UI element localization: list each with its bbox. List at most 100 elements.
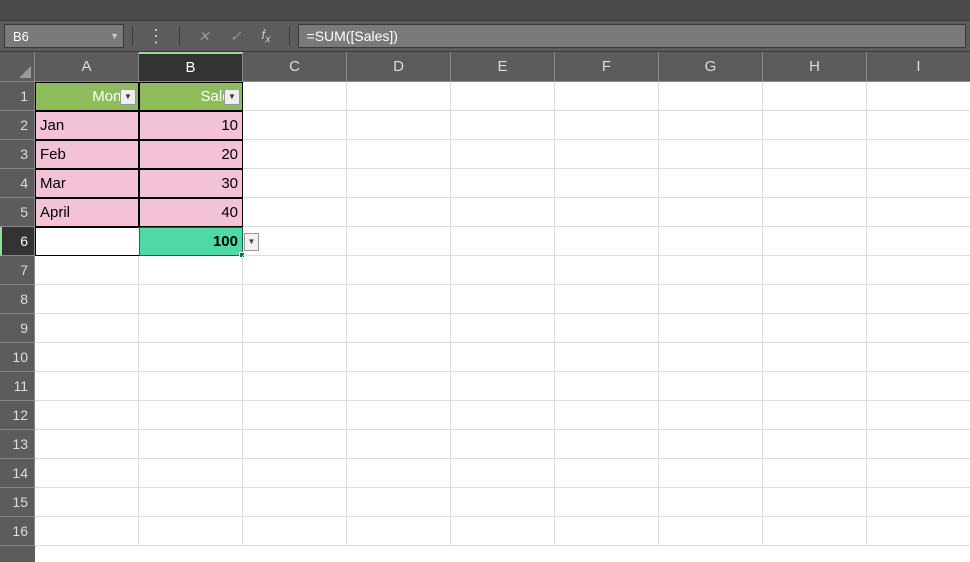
cell-H8[interactable] [763, 285, 867, 314]
cell-D9[interactable] [347, 314, 451, 343]
cell-G16[interactable] [659, 517, 763, 546]
cell-I9[interactable] [867, 314, 970, 343]
cell-C8[interactable] [243, 285, 347, 314]
cell-B14[interactable] [139, 459, 243, 488]
cell-H1[interactable] [763, 82, 867, 111]
cell-H2[interactable] [763, 111, 867, 140]
cell-A3[interactable]: Feb [35, 140, 139, 169]
cell-G14[interactable] [659, 459, 763, 488]
cell-G9[interactable] [659, 314, 763, 343]
cell-I13[interactable] [867, 430, 970, 459]
cell-G6[interactable] [659, 227, 763, 256]
cell-C4[interactable] [243, 169, 347, 198]
cell-D12[interactable] [347, 401, 451, 430]
filter-button-sales[interactable]: ▼ [224, 89, 240, 105]
cell-C7[interactable] [243, 256, 347, 285]
cell-B7[interactable] [139, 256, 243, 285]
cell-B4[interactable]: 30 [139, 169, 243, 198]
cell-G2[interactable] [659, 111, 763, 140]
cell-I11[interactable] [867, 372, 970, 401]
cell-E13[interactable] [451, 430, 555, 459]
fx-icon[interactable]: fx [261, 27, 270, 46]
cell-I7[interactable] [867, 256, 970, 285]
col-header-E[interactable]: E [451, 52, 555, 82]
cell-D15[interactable] [347, 488, 451, 517]
cell-H11[interactable] [763, 372, 867, 401]
cell-E15[interactable] [451, 488, 555, 517]
cell-H4[interactable] [763, 169, 867, 198]
cell-B3[interactable]: 20 [139, 140, 243, 169]
cell-G12[interactable] [659, 401, 763, 430]
cell-A1[interactable]: Month ▼ [35, 82, 139, 111]
name-box[interactable]: B6 ▼ [4, 24, 124, 48]
cell-B13[interactable] [139, 430, 243, 459]
cell-D11[interactable] [347, 372, 451, 401]
cell-D14[interactable] [347, 459, 451, 488]
cell-C3[interactable] [243, 140, 347, 169]
cell-D16[interactable] [347, 517, 451, 546]
cell-I14[interactable] [867, 459, 970, 488]
cell-A15[interactable] [35, 488, 139, 517]
cell-I2[interactable] [867, 111, 970, 140]
cell-I8[interactable] [867, 285, 970, 314]
cell-H6[interactable] [763, 227, 867, 256]
cell-D4[interactable] [347, 169, 451, 198]
row-header-7[interactable]: 7 [0, 256, 35, 285]
cell-G4[interactable] [659, 169, 763, 198]
cell-E9[interactable] [451, 314, 555, 343]
cell-D7[interactable] [347, 256, 451, 285]
cell-F4[interactable] [555, 169, 659, 198]
cell-H7[interactable] [763, 256, 867, 285]
cell-C15[interactable] [243, 488, 347, 517]
cell-C6[interactable] [243, 227, 347, 256]
cell-B12[interactable] [139, 401, 243, 430]
cell-F2[interactable] [555, 111, 659, 140]
cell-G5[interactable] [659, 198, 763, 227]
cell-G8[interactable] [659, 285, 763, 314]
cell-C1[interactable] [243, 82, 347, 111]
cell-F3[interactable] [555, 140, 659, 169]
cell-D8[interactable] [347, 285, 451, 314]
cell-B16[interactable] [139, 517, 243, 546]
cell-E2[interactable] [451, 111, 555, 140]
cell-A11[interactable] [35, 372, 139, 401]
row-header-9[interactable]: 9 [0, 314, 35, 343]
col-header-F[interactable]: F [555, 52, 659, 82]
cell-B10[interactable] [139, 343, 243, 372]
cell-E10[interactable] [451, 343, 555, 372]
cell-H14[interactable] [763, 459, 867, 488]
cell-I10[interactable] [867, 343, 970, 372]
cell-E16[interactable] [451, 517, 555, 546]
cell-E6[interactable] [451, 227, 555, 256]
cell-H16[interactable] [763, 517, 867, 546]
expand-dots-icon[interactable]: ⋮ [147, 27, 165, 45]
cell-D5[interactable] [347, 198, 451, 227]
col-header-C[interactable]: C [243, 52, 347, 82]
cell-A14[interactable] [35, 459, 139, 488]
cell-A8[interactable] [35, 285, 139, 314]
cell-C9[interactable] [243, 314, 347, 343]
cell-D1[interactable] [347, 82, 451, 111]
cell-B5[interactable]: 40 [139, 198, 243, 227]
cell-F12[interactable] [555, 401, 659, 430]
cell-F5[interactable] [555, 198, 659, 227]
cell-B15[interactable] [139, 488, 243, 517]
cell-H10[interactable] [763, 343, 867, 372]
name-box-dropdown-icon[interactable]: ▼ [110, 31, 119, 41]
cell-H12[interactable] [763, 401, 867, 430]
cell-C10[interactable] [243, 343, 347, 372]
row-header-16[interactable]: 16 [0, 517, 35, 546]
cell-F15[interactable] [555, 488, 659, 517]
cell-G7[interactable] [659, 256, 763, 285]
cell-F10[interactable] [555, 343, 659, 372]
cell-G1[interactable] [659, 82, 763, 111]
cell-F16[interactable] [555, 517, 659, 546]
cell-C14[interactable] [243, 459, 347, 488]
col-header-D[interactable]: D [347, 52, 451, 82]
cell-E3[interactable] [451, 140, 555, 169]
cell-E4[interactable] [451, 169, 555, 198]
cell-B2[interactable]: 10 [139, 111, 243, 140]
cell-C13[interactable] [243, 430, 347, 459]
row-header-1[interactable]: 1 [0, 82, 35, 111]
row-header-11[interactable]: 11 [0, 372, 35, 401]
